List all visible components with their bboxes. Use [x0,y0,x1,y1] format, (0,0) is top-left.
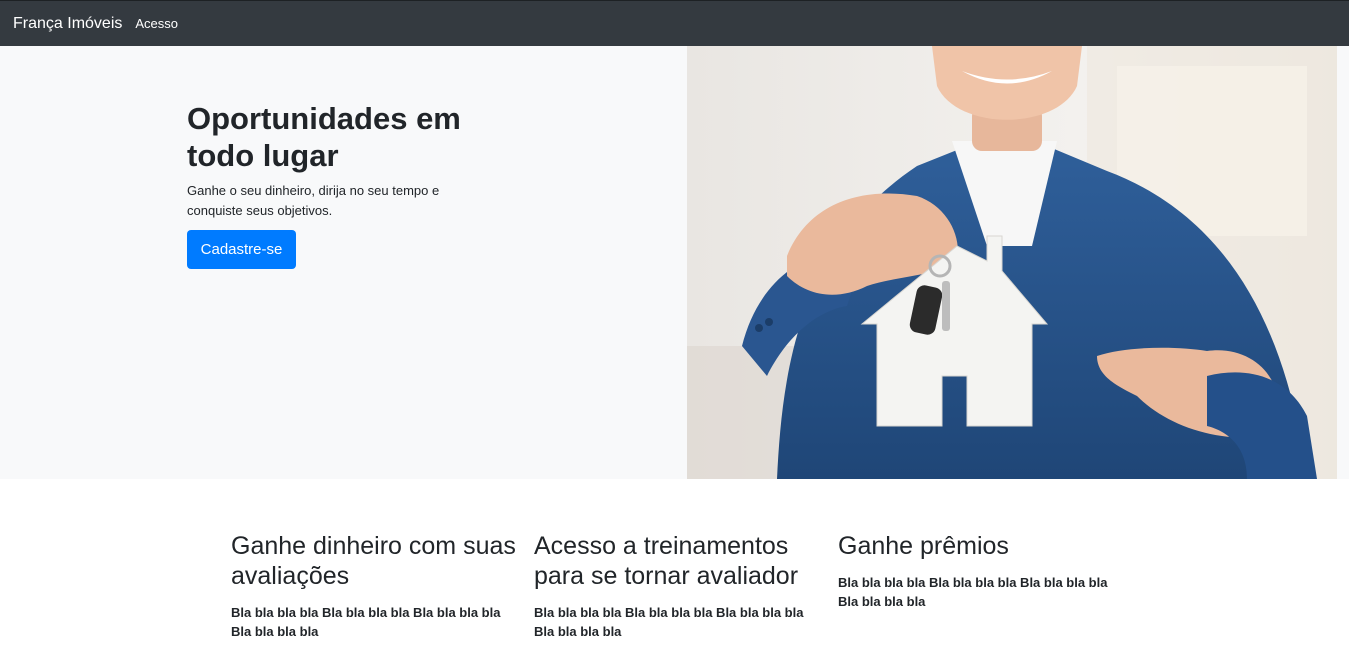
signup-button[interactable]: Cadastre-se [187,230,296,269]
agent-holding-house-illustration [687,46,1337,479]
hero-subtitle: Ganhe o seu dinheiro, dirija no seu temp… [187,183,440,218]
brand-link[interactable]: França Imóveis [13,15,122,33]
hero-title: Oportunidades em todo lugar [187,101,461,173]
navbar: França Imóveis Acesso [0,0,1349,46]
feature-text: Bla bla bla bla Bla bla bla bla Bla bla … [231,605,501,639]
hero-section: Oportunidades em todo lugar Ganhe o seu … [0,46,1349,479]
features-section: Ganhe dinheiro com suas avaliações Bla b… [0,479,1349,656]
hero-image [687,46,1337,479]
feature-title: Ganhe dinheiro com suas avaliações [231,532,516,590]
feature-earn-money: Ganhe dinheiro com suas avaliações Bla b… [231,531,516,641]
feature-title: Ganhe prêmios [838,532,1009,560]
feature-training: Acesso a treinamentos para se tornar ava… [534,531,819,641]
hero-text: Oportunidades em todo lugar Ganhe o seu … [187,100,487,269]
feature-text: Bla bla bla bla Bla bla bla bla Bla bla … [838,575,1108,609]
nav-link-acesso[interactable]: Acesso [135,16,178,31]
feature-prizes: Ganhe prêmios Bla bla bla bla Bla bla bl… [838,531,1123,611]
feature-text: Bla bla bla bla Bla bla bla bla Bla bla … [534,605,804,639]
feature-title: Acesso a treinamentos para se tornar ava… [534,532,799,590]
